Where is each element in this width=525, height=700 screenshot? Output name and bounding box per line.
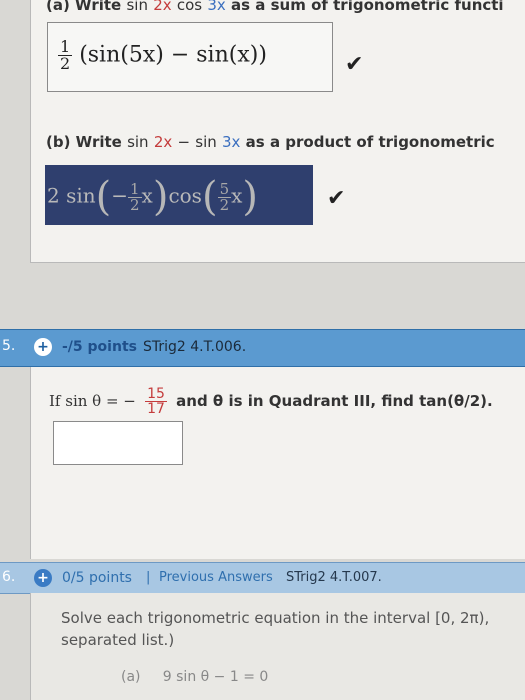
question-6-prompt-line2: separated list.) bbox=[61, 631, 175, 649]
question-5-header: 5. + -/5 points STrig2 4.T.006. bbox=[0, 329, 525, 367]
part-a-prompt: (a) Write sin 2x cos 3x as a sum of trig… bbox=[46, 0, 504, 14]
coefficient-fraction: 1 2 bbox=[58, 37, 73, 73]
question-6-prompt-line1: Solve each trigonometric equation in the… bbox=[61, 609, 490, 627]
points-label: -/5 points bbox=[62, 339, 137, 355]
sine-fraction: 15 17 bbox=[145, 386, 167, 417]
plus-circle-icon[interactable]: + bbox=[34, 569, 52, 587]
question-6-header: 6. + 0/5 points | Previous Answers STrig… bbox=[0, 562, 525, 594]
part-b-prompt: (b) Write sin 2x − sin 3x as a product o… bbox=[46, 133, 495, 151]
question-number: 6. bbox=[2, 569, 16, 585]
answer-input[interactable] bbox=[53, 421, 183, 465]
question-6-panel: Solve each trigonometric equation in the… bbox=[30, 593, 525, 700]
part-a-label: (a) Write bbox=[46, 0, 122, 14]
fraction-five-halves: 52 bbox=[217, 179, 232, 214]
plus-circle-icon[interactable]: + bbox=[34, 338, 52, 356]
question-5-panel: If sin θ = − 15 17 and θ is in Quadrant … bbox=[30, 367, 525, 559]
part-b-label: (b) Write bbox=[46, 133, 122, 151]
question-number: 5. bbox=[2, 338, 16, 354]
previous-answers-link[interactable]: Previous Answers bbox=[159, 570, 273, 585]
question-4-panel: (a) Write sin 2x cos 3x as a sum of trig… bbox=[30, 0, 525, 263]
part-a-answer: 1 2 (sin(5x) − sin(x)) bbox=[58, 37, 267, 73]
fraction-one-half: 12 bbox=[128, 179, 142, 214]
question-code: STrig2 4.T.007. bbox=[286, 570, 382, 585]
question-code: STrig2 4.T.006. bbox=[143, 339, 247, 355]
points-label: 0/5 points bbox=[62, 570, 132, 586]
question-6-part-a: (a) 9 sin θ − 1 = 0 bbox=[121, 669, 269, 685]
part-b-answer-box[interactable]: 2 sin(− 1 2 x)cos(5 2 x) bbox=[45, 165, 313, 225]
check-icon: ✔ bbox=[345, 52, 364, 77]
check-icon: ✔ bbox=[327, 186, 346, 211]
part-a-answer-box[interactable]: 1 2 (sin(5x) − sin(x)) bbox=[47, 22, 333, 92]
question-5-prompt: If sin θ = − 15 17 and θ is in Quadrant … bbox=[49, 386, 493, 417]
part-b-answer: 2 sin(− 1 2 x)cos(5 2 x) bbox=[47, 174, 258, 220]
